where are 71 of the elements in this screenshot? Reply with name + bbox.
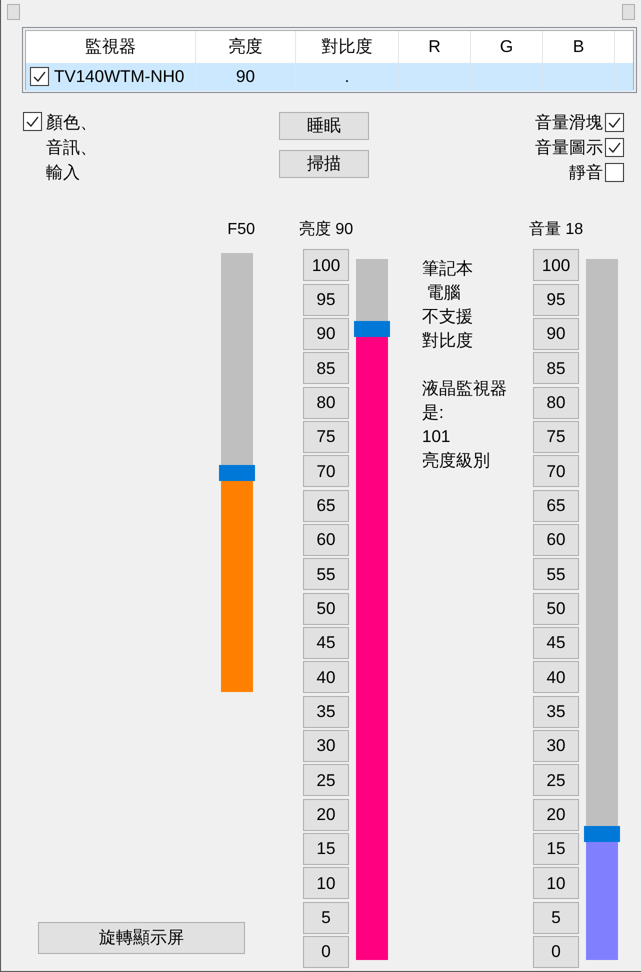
level-button[interactable]: 50: [533, 592, 579, 625]
action-button[interactable]: 掃描: [279, 150, 369, 178]
level-button[interactable]: 80: [303, 386, 349, 419]
level-button[interactable]: 35: [303, 696, 349, 728]
slider-thumb[interactable]: [354, 321, 390, 338]
checkbox[interactable]: [605, 162, 624, 182]
rotate-display-button[interactable]: 旋轉顯示屏: [38, 922, 245, 954]
level-button[interactable]: 100: [533, 249, 579, 282]
level-button[interactable]: 65: [303, 490, 349, 522]
level-button[interactable]: 20: [303, 798, 349, 831]
level-button[interactable]: 15: [533, 833, 579, 866]
level-button[interactable]: 0: [303, 936, 349, 968]
check-icon: [32, 69, 47, 84]
level-button[interactable]: 5: [303, 902, 349, 934]
level-button[interactable]: 95: [303, 284, 349, 316]
level-button[interactable]: 100: [303, 249, 349, 282]
level-button[interactable]: 30: [303, 730, 349, 762]
slider-track[interactable]: [221, 253, 253, 692]
level-button[interactable]: 85: [533, 352, 579, 384]
info-text: 筆記本 電腦 不支援 對比度: [422, 258, 474, 352]
checkbox-label: 音量圖示: [535, 136, 603, 159]
checkbox-label: 顏色、 音訊、 輸入: [46, 112, 97, 184]
table-cell-text: .: [344, 66, 350, 88]
level-button[interactable]: 40: [303, 661, 349, 694]
level-button[interactable]: 10: [303, 867, 349, 900]
table-cell-text: TV140WTM-NH0: [54, 66, 184, 88]
level-button[interactable]: 55: [533, 558, 579, 590]
level-button[interactable]: 45: [303, 627, 349, 660]
level-button[interactable]: 20: [533, 798, 579, 831]
action-button[interactable]: 睡眠: [279, 112, 369, 140]
level-button[interactable]: 60: [303, 524, 349, 556]
table-row[interactable]: TV140WTM-NH0 90 .: [26, 62, 633, 91]
slider-thumb[interactable]: [219, 464, 255, 481]
level-button[interactable]: 0: [533, 936, 579, 968]
level-button[interactable]: 85: [303, 352, 349, 384]
table-cell-text: 90: [236, 66, 255, 88]
checkbox-label: 靜音: [569, 162, 603, 184]
info-text: 液晶監視器 是: 101 亮度級別: [422, 378, 508, 472]
level-button[interactable]: 70: [303, 455, 349, 488]
level-button[interactable]: 45: [533, 627, 579, 660]
level-button[interactable]: 10: [533, 867, 579, 900]
slider-label: 音量 18: [528, 220, 584, 240]
level-button[interactable]: 80: [533, 386, 579, 419]
slider-label: 亮度 90: [298, 220, 354, 240]
level-button[interactable]: 90: [533, 318, 579, 350]
level-button[interactable]: 25: [303, 764, 349, 796]
level-button[interactable]: 60: [533, 524, 579, 556]
checkbox[interactable]: [30, 67, 49, 86]
checkbox[interactable]: [605, 138, 624, 157]
level-button[interactable]: 55: [303, 558, 349, 590]
checkbox-label: 音量滑塊: [535, 112, 603, 134]
level-button[interactable]: 90: [303, 318, 349, 350]
slider-label: F50: [227, 220, 255, 240]
checkbox[interactable]: [605, 112, 624, 132]
level-button[interactable]: 50: [303, 592, 349, 625]
grip-icon[interactable]: [622, 4, 635, 20]
level-button[interactable]: 75: [303, 420, 349, 453]
level-button[interactable]: 95: [533, 284, 579, 316]
level-button[interactable]: 40: [533, 661, 579, 694]
slider-track[interactable]: [586, 259, 618, 960]
level-button[interactable]: 70: [533, 455, 579, 488]
level-button[interactable]: 75: [533, 420, 579, 453]
level-button[interactable]: 15: [303, 833, 349, 866]
grip-icon[interactable]: [7, 4, 20, 20]
level-button[interactable]: 5: [533, 902, 579, 934]
level-button[interactable]: 65: [533, 490, 579, 522]
checkbox[interactable]: [23, 112, 42, 131]
level-button[interactable]: 30: [533, 730, 579, 762]
level-button[interactable]: 25: [533, 764, 579, 796]
slider-thumb[interactable]: [584, 826, 620, 842]
level-button[interactable]: 35: [533, 696, 579, 728]
